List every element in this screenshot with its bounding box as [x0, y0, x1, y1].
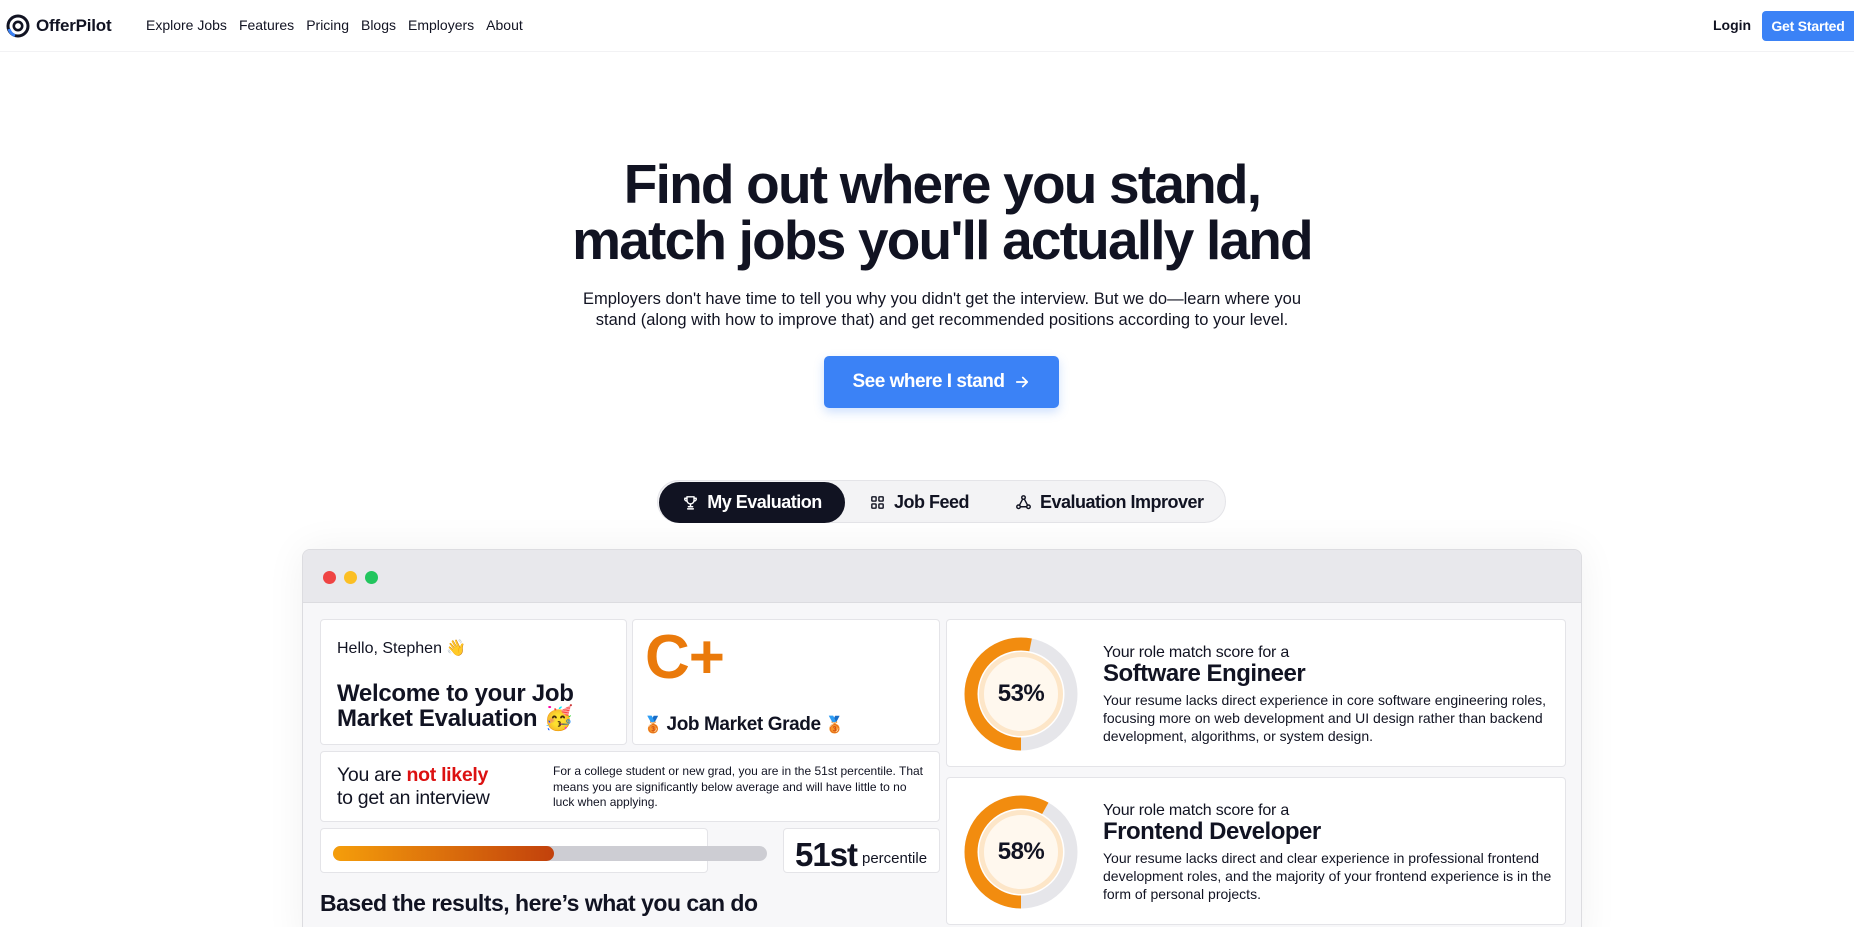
welcome-card: Hello, Stephen 👋 Welcome to your Job Mar…	[320, 619, 627, 745]
nav-link-about[interactable]: About	[486, 17, 523, 33]
likelihood-note: For a college student or new grad, you a…	[553, 764, 923, 809]
percentile-number: 51st	[795, 836, 858, 873]
view-tabs: My Evaluation Job Feed Evaluation Improv…	[657, 480, 1226, 523]
trophy-icon	[684, 496, 698, 510]
greeting: Hello, Stephen 👋	[337, 640, 467, 657]
see-where-i-stand-button[interactable]: See where I stand	[824, 356, 1059, 408]
cta-label: See where I stand	[852, 371, 1005, 392]
role-match-card-software-engineer: 53% Your role match score for a Software…	[946, 619, 1566, 767]
top-navbar: OfferPilot Explore Jobs Features Pricing…	[0, 0, 1854, 52]
medal-icon: 🥉	[824, 717, 845, 734]
grid-icon	[871, 496, 884, 509]
hero-title-line-1: Find out where you stand,	[623, 153, 1262, 215]
network-icon	[1016, 495, 1031, 510]
nav-link-features[interactable]: Features	[239, 17, 294, 33]
window-titlebar	[303, 550, 1581, 603]
role-score-text: 58%	[997, 838, 1045, 865]
nav-links: Explore Jobs Features Pricing Blogs Empl…	[146, 17, 523, 33]
login-link[interactable]: Login	[1713, 17, 1751, 33]
likelihood-suffix: to get an interview	[337, 787, 490, 809]
role-description: Your resume lacks direct experience in c…	[1103, 692, 1547, 744]
nav-link-explore-jobs[interactable]: Explore Jobs	[146, 17, 227, 33]
tab-job-feed[interactable]: Job Feed	[869, 482, 970, 523]
percentile-label: percentile	[862, 850, 928, 867]
welcome-heading: Welcome to your Job Market Evaluation 🥳	[337, 680, 574, 732]
grade-label-text: Job Market Grade	[666, 714, 822, 735]
hero-title-line-2: match jobs you'll actually land	[572, 209, 1313, 271]
grade-card: C+ 🥉 Job Market Grade 🥉	[632, 619, 940, 745]
window-minimize-dot	[344, 571, 357, 584]
brand-logo[interactable]: OfferPilot	[6, 14, 112, 38]
tab-evaluation-improver[interactable]: Evaluation Improver	[1015, 482, 1204, 523]
offerpilot-logo-icon	[6, 14, 30, 38]
role-match-card-frontend-developer: 58% Your role match score for a Frontend…	[946, 777, 1566, 925]
brand-name: OfferPilot	[36, 16, 112, 35]
nav-link-blogs[interactable]: Blogs	[361, 17, 396, 33]
arrow-right-icon	[1015, 376, 1028, 388]
tab-my-evaluation[interactable]: My Evaluation	[659, 482, 845, 523]
percentile-progress-fill	[333, 846, 555, 861]
likelihood-prefix: You are	[337, 764, 407, 786]
hero-subtitle: Employers don't have time to tell you wh…	[582, 290, 1302, 329]
get-started-button[interactable]: Get Started	[1762, 11, 1854, 41]
job-market-grade: C+	[645, 623, 725, 692]
recommendations-heading: Based the results, here’s what you can d…	[320, 890, 758, 916]
percentile-bar-card	[320, 828, 767, 873]
nav-link-pricing[interactable]: Pricing	[306, 17, 349, 33]
percentile-progress-track	[333, 846, 767, 861]
nav-link-employers[interactable]: Employers	[408, 17, 474, 33]
percentile-card: 51st percentile	[783, 828, 940, 873]
window-close-dot	[323, 571, 336, 584]
likelihood-statement: You are not likely to get an interview	[337, 764, 490, 810]
interview-likelihood-card: You are not likely to get an interview F…	[320, 751, 940, 822]
hero-title: Find out where you stand, match jobs you…	[0, 156, 1854, 268]
grade-label: 🥉 Job Market Grade 🥉	[643, 714, 845, 736]
window-maximize-dot	[365, 571, 378, 584]
medal-icon: 🥉	[643, 717, 663, 734]
role-description: Your resume lacks direct and clear exper…	[1103, 850, 1552, 902]
role-score-text: 53%	[997, 680, 1045, 707]
likelihood-highlight: not likely	[406, 764, 489, 786]
tab-label: Evaluation Improver	[1040, 492, 1204, 512]
role-name: Software Engineer	[1103, 660, 1306, 687]
tab-label: Job Feed	[894, 492, 970, 512]
role-name: Frontend Developer	[1103, 818, 1321, 845]
tab-label: My Evaluation	[707, 492, 822, 512]
evaluation-preview-window: Hello, Stephen 👋 Welcome to your Job Mar…	[302, 549, 1582, 927]
